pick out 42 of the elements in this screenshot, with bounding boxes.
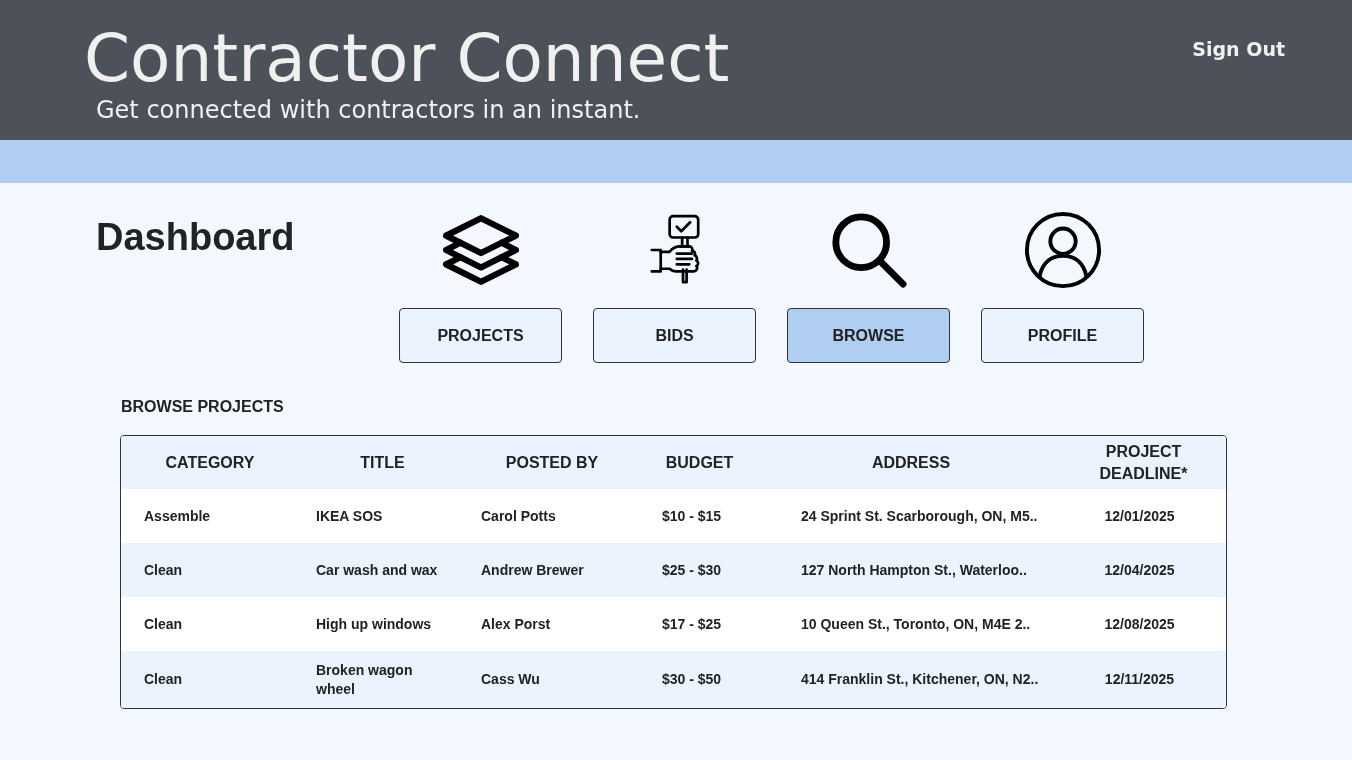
search-icon — [829, 211, 908, 289]
table-cell-text: Andrew Brewer — [480, 560, 585, 580]
page-title: Dashboard — [96, 215, 296, 260]
app-title: Contractor Connect — [84, 26, 730, 92]
table-cell-text: $30 - $50 — [661, 670, 723, 690]
table-cell-text: Clean — [143, 670, 184, 690]
table-cell-text: 414 Franklin St., Kitchener, ON, N2.. — [800, 670, 1040, 690]
table-cell-text: 12/01/2025 — [1103, 506, 1176, 526]
user-circle-icon — [1023, 211, 1102, 289]
column-header: PROJECT DEADLINE* — [1098, 442, 1189, 484]
table-cell-text: IKEA SOS — [315, 506, 384, 526]
table-cell-text: High up windows — [315, 614, 433, 634]
tagline: Get connected with contractors in an instant. — [96, 97, 641, 124]
table-cell-text: $25 - $30 — [661, 560, 723, 580]
table-cell-text: $10 - $15 — [661, 506, 723, 526]
table-cell-text: Car wash and wax — [315, 560, 439, 580]
table-cell-text: $17 - $25 — [661, 614, 723, 634]
column-header: ADDRESS — [870, 452, 952, 473]
table-cell-text: 12/11/2025 — [1103, 670, 1176, 690]
sign-out-link[interactable]: Sign Out — [1192, 38, 1285, 61]
section-title: BROWSE PROJECTS — [121, 397, 285, 417]
table-cell-text: 127 North Hampton St., Waterloo.. — [800, 560, 1028, 580]
table-cell-text: 24 Sprint St. Scarborough, ON, M5.. — [800, 506, 1039, 526]
table-cell-text: Clean — [143, 614, 184, 634]
table-cell-text: 12/08/2025 — [1103, 614, 1176, 634]
table-cell-text: Broken wagon wheel — [315, 660, 414, 699]
table-cell-text: Alex Porst — [480, 614, 552, 634]
table-cell-text: 12/04/2025 — [1103, 560, 1176, 580]
nav-button[interactable]: PROFILE — [981, 308, 1144, 363]
column-header: TITLE — [359, 452, 406, 473]
layers-icon — [442, 214, 519, 286]
table-cell-text: Assemble — [143, 506, 212, 526]
table-cell-text: Carol Potts — [480, 506, 557, 526]
table-cell-text: Cass Wu — [480, 670, 541, 690]
nav-button[interactable]: PROJECTS — [399, 308, 562, 363]
nav-button[interactable]: BIDS — [593, 308, 756, 363]
column-header: BUDGET — [664, 452, 735, 473]
column-header: POSTED BY — [504, 452, 600, 473]
table-cell-text: Clean — [143, 560, 184, 580]
column-header: CATEGORY — [164, 452, 256, 473]
nav-button[interactable]: BROWSE — [787, 308, 950, 363]
table-cell-text: 10 Queen St., Toronto, ON, M4E 2.. — [800, 614, 1032, 634]
